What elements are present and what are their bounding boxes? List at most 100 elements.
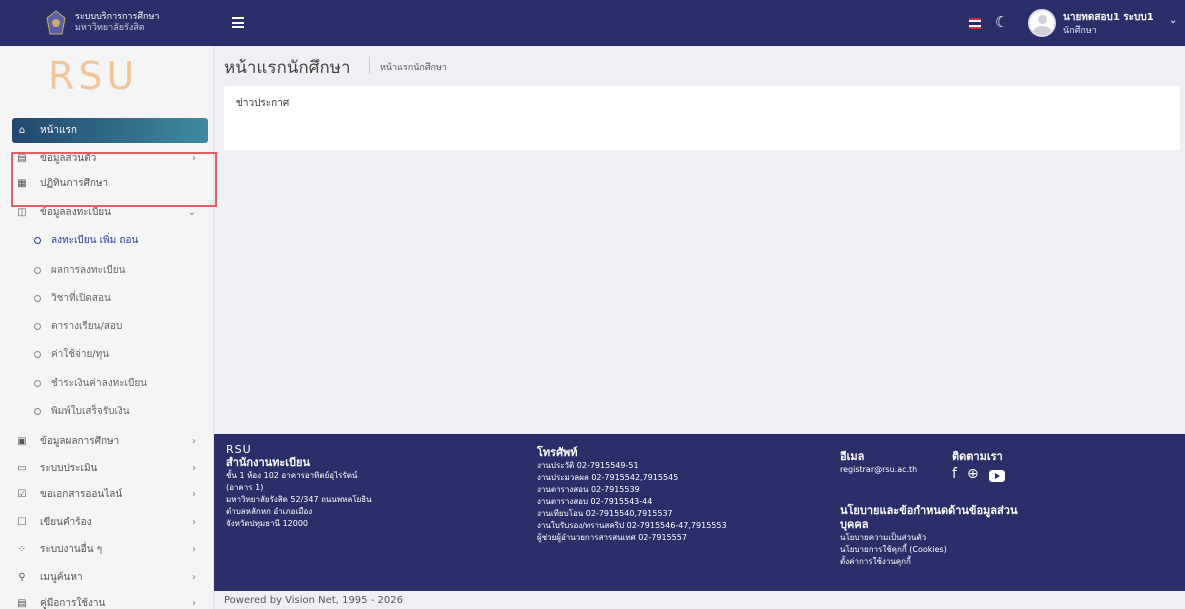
sidebar-item-home[interactable]: ⌂ หน้าแรก bbox=[12, 118, 208, 143]
sub-item-label: ลงทะเบียน เพิ่ม ถอน bbox=[51, 235, 139, 246]
circle-icon bbox=[34, 323, 41, 330]
youtube-icon[interactable] bbox=[988, 470, 1005, 482]
footer: RSU สำนักงานทะเบียน ชั้น 1 ห้อง 102 อาคา… bbox=[214, 434, 1185, 591]
phone-line: งานตารางสอน 02-7915539 bbox=[537, 485, 640, 494]
sidebar-item-label: คู่มือการใช้งาน bbox=[40, 598, 106, 609]
circle-icon bbox=[34, 267, 41, 274]
circle-icon bbox=[34, 408, 41, 415]
rsu-logo: RSU bbox=[48, 54, 139, 98]
policy-link[interactable]: นโยบายการใช้คุกกี้ (Cookies) bbox=[840, 544, 1140, 556]
manual-icon: ▤ bbox=[17, 598, 27, 609]
sidebar-item-label: ขอเอกสารออนไลน์ bbox=[40, 489, 123, 500]
announcement-card: ข่าวประกาศ bbox=[224, 86, 1180, 150]
powered-by: Powered by Vision Net, 1995 - 2026 bbox=[224, 595, 403, 606]
sidebar-item-manual[interactable]: ▤ คู่มือการใช้งาน › bbox=[12, 591, 208, 609]
sidebar-item-documents[interactable]: ☑ ขอเอกสารออนไลน์ › bbox=[12, 482, 208, 507]
grid-icon: ⁘ bbox=[17, 544, 27, 555]
phone-line: งานประมวลผล 02-7915542,7915545 bbox=[537, 473, 679, 482]
register-icon: ◫ bbox=[17, 207, 27, 218]
sub-item-registration-result[interactable]: ผลการลงทะเบียน bbox=[12, 258, 208, 283]
sidebar-item-petition[interactable]: ☐ เขียนคำร้อง › bbox=[12, 510, 208, 535]
dark-mode-icon[interactable]: ☾ bbox=[995, 13, 1008, 31]
chevron-down-icon: ⌄ bbox=[187, 207, 196, 218]
circle-icon bbox=[34, 351, 41, 358]
sub-item-label: ชำระเงินค่าลงทะเบียน bbox=[51, 378, 148, 389]
address-line: จังหวัดปทุมธานี 12000 bbox=[226, 519, 309, 528]
address-line: (อาคาร 1) bbox=[226, 483, 264, 492]
avatar[interactable] bbox=[1028, 9, 1056, 37]
circle-icon bbox=[34, 295, 41, 302]
thai-flag-icon[interactable] bbox=[969, 18, 981, 29]
footer-logo: RSU bbox=[226, 443, 252, 456]
sub-item-label: ค่าใช้จ่าย/ทุน bbox=[51, 349, 110, 360]
phone-line: งานตารางสอบ 02-7915543-44 bbox=[537, 497, 653, 506]
sub-item-register-add-drop[interactable]: ลงทะเบียน เพิ่ม ถอน bbox=[12, 228, 208, 253]
phone-line: งานใบรับรอง/ทรานสคริป 02-7915546-47,7915… bbox=[537, 521, 727, 530]
phone-line: งานประวัติ 02-7915549-51 bbox=[537, 461, 639, 470]
phone-line: ผู้ช่วยผู้อำนวยการสารสนเทศ 02-7915557 bbox=[537, 533, 687, 542]
address-line: ชั้น 1 ห้อง 102 อาคารอาทิตย์อุไรรัตน์ bbox=[226, 471, 358, 480]
sub-item-print-receipt[interactable]: พิมพ์ใบเสร็จรับเงิน bbox=[12, 399, 208, 424]
chevron-right-icon: › bbox=[192, 489, 196, 500]
sidebar-item-label: หน้าแรก bbox=[40, 125, 77, 136]
sidebar-item-results[interactable]: ▣ ข้อมูลผลการศึกษา › bbox=[12, 429, 208, 454]
address-line: ตำบลหลักหก อำเภอเมือง bbox=[226, 507, 313, 516]
sidebar-item-other-systems[interactable]: ⁘ ระบบงานอื่น ๆ › bbox=[12, 537, 208, 562]
menu-toggle-icon[interactable] bbox=[232, 17, 244, 28]
facebook-icon[interactable]: f bbox=[952, 467, 957, 482]
circle-icon bbox=[34, 237, 41, 244]
sub-item-label: ตารางเรียน/สอบ bbox=[51, 321, 123, 332]
document-check-icon: ☑ bbox=[17, 489, 27, 500]
office-title: สำนักงานทะเบียน bbox=[226, 456, 311, 469]
policy-title-2: บุคคล bbox=[840, 518, 869, 531]
sidebar-item-search[interactable]: ⚲ เมนูค้นหา › bbox=[12, 565, 208, 590]
chevron-right-icon: › bbox=[192, 544, 196, 555]
sidebar-item-label: ข้อมูลผลการศึกษา bbox=[40, 436, 120, 447]
chevron-right-icon: › bbox=[192, 436, 196, 447]
email-link[interactable]: registrar@rsu.ac.th bbox=[840, 464, 950, 476]
highlight-box bbox=[11, 152, 217, 207]
sidebar: RSU ⌂ หน้าแรก ▤ ข้อมูลส่วนตัว › ▦ ปฏิทิน… bbox=[0, 46, 214, 609]
brand-line-1: ระบบบริการการศึกษา bbox=[75, 12, 160, 22]
sub-item-timetable[interactable]: ตารางเรียน/สอบ bbox=[12, 314, 208, 339]
title-separator bbox=[369, 57, 370, 74]
phone-title: โทรศัพท์ bbox=[537, 446, 578, 459]
sidebar-item-label: เขียนคำร้อง bbox=[40, 517, 92, 528]
follow-title: ติดตามเรา bbox=[952, 450, 1003, 463]
policy-link[interactable]: นโยบายความเป็นส่วนตัว bbox=[840, 532, 1140, 544]
brand[interactable]: ระบบบริการการศึกษา มหาวิทยาลัยรังสิต bbox=[0, 0, 214, 46]
chevron-right-icon: › bbox=[192, 572, 196, 583]
policy-link[interactable]: ตั้งค่าการใช้งานคุกกี้ bbox=[840, 556, 1140, 568]
sidebar-item-label: เมนูค้นหา bbox=[40, 572, 83, 583]
address-line: มหาวิทยาลัยรังสิต 52/347 ถนนพหลโยธิน bbox=[226, 495, 372, 504]
chevron-right-icon: › bbox=[192, 598, 196, 609]
book-icon: ▣ bbox=[17, 436, 27, 447]
email-title: อีเมล bbox=[840, 450, 865, 463]
policy-title: นโยบายและข้อกำหนดด้านข้อมูลส่วน bbox=[840, 504, 1018, 517]
sub-item-label: วิชาที่เปิดสอน bbox=[51, 293, 111, 304]
home-icon: ⌂ bbox=[18, 125, 26, 136]
chevron-down-icon[interactable]: ⌄ bbox=[1169, 15, 1177, 26]
brand-line-2: มหาวิทยาลัยรังสิต bbox=[75, 23, 145, 33]
breadcrumb[interactable]: หน้าแรกนักศึกษา bbox=[380, 60, 447, 74]
chevron-right-icon: › bbox=[192, 517, 196, 528]
chevron-right-icon: › bbox=[192, 463, 196, 474]
announcement-title: ข่าวประกาศ bbox=[236, 98, 290, 109]
page-title: หน้าแรกนักศึกษา bbox=[224, 58, 351, 78]
globe-icon[interactable]: ⊕ bbox=[967, 467, 979, 482]
phone-line: งานเทียบโอน 02-7915540,7915537 bbox=[537, 509, 673, 518]
user-role: นักศึกษา bbox=[1063, 26, 1097, 36]
clipboard-icon: ▭ bbox=[17, 463, 27, 474]
university-seal-icon bbox=[45, 10, 67, 36]
circle-icon bbox=[34, 380, 41, 387]
sidebar-item-evaluation[interactable]: ▭ ระบบประเมิน › bbox=[12, 456, 208, 481]
search-icon: ⚲ bbox=[18, 572, 26, 583]
sidebar-item-label: ระบบประเมิน bbox=[40, 463, 98, 474]
sidebar-item-label: ข้อมูลลงทะเบียน bbox=[40, 207, 111, 218]
sidebar-item-label: ระบบงานอื่น ๆ bbox=[40, 544, 103, 555]
sub-item-pay-fees[interactable]: ชำระเงินค่าลงทะเบียน bbox=[12, 371, 208, 396]
sub-item-label: พิมพ์ใบเสร็จรับเงิน bbox=[51, 406, 130, 417]
sub-item-courses-offered[interactable]: วิชาที่เปิดสอน bbox=[12, 286, 208, 311]
sub-item-expenses[interactable]: ค่าใช้จ่าย/ทุน bbox=[12, 342, 208, 367]
edit-document-icon: ☐ bbox=[17, 517, 27, 528]
